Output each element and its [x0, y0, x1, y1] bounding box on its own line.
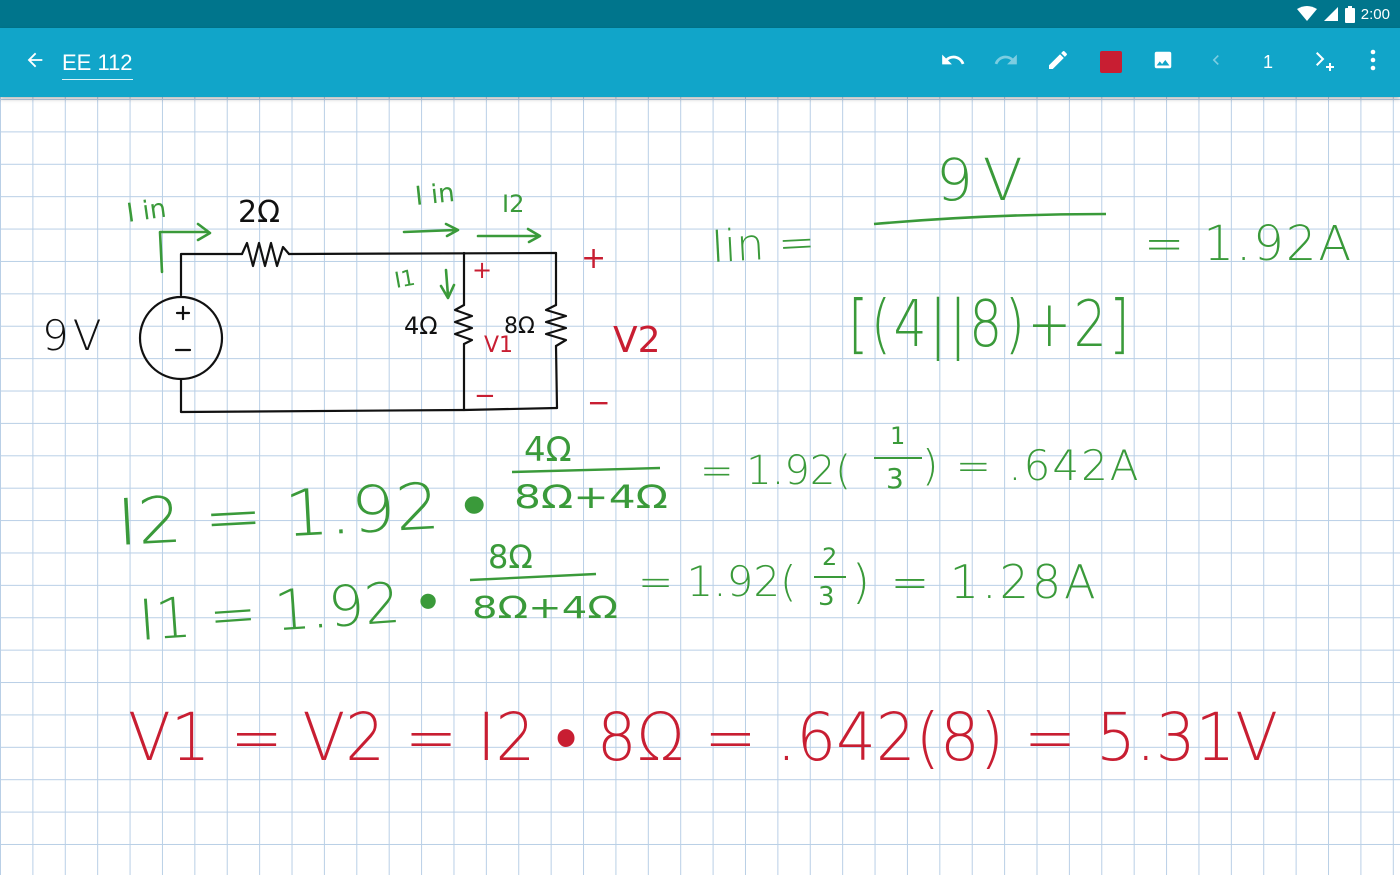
voltage-equation: V1 = V2 = I2 • 8Ω = .642(8) = 5.31V: [128, 699, 1278, 776]
i2-middle: = 1.92(: [700, 448, 851, 494]
v1-label: V1: [484, 333, 513, 358]
page-number: 1: [1262, 51, 1273, 72]
redo-button[interactable]: [984, 40, 1028, 84]
equation-iin: Iin = 9V [(4||8)+2] = 1.92A: [710, 146, 1353, 362]
i1-result: ) = 1.28A: [852, 555, 1099, 609]
insert-image-button[interactable]: [1141, 40, 1185, 84]
i1-middle: = 1.92(: [638, 557, 796, 606]
current-in-arrow: [158, 222, 212, 274]
i2-fraction-numerator: 4Ω: [524, 430, 572, 470]
status-bar: 2:00: [0, 0, 1400, 28]
color-swatch: [1100, 51, 1122, 73]
add-page-button[interactable]: [1301, 40, 1345, 84]
back-button[interactable]: [13, 40, 57, 84]
current-in-top-label: I in: [414, 178, 457, 212]
current-i2-arrow: [476, 227, 542, 244]
i2-lhs: I2 = 1.92 •: [115, 468, 488, 561]
v2-label: V2: [613, 320, 661, 361]
current-in-top-arrow: [402, 222, 460, 238]
equation-i2: I2 = 1.92 • 4Ω 8Ω+4Ω = 1.92( 1 3 ) = .64…: [115, 422, 1141, 561]
source-plus-sign: [175, 305, 191, 321]
iin-lhs: Iin =: [710, 217, 816, 273]
i2-inner-numerator: 1: [890, 422, 905, 450]
pencil-icon: [1046, 48, 1070, 76]
current-i1-arrow: [439, 268, 456, 300]
add-page-icon: [1310, 47, 1336, 77]
v2-plus: +: [581, 241, 606, 276]
current-i1-label: I1: [393, 266, 418, 294]
i1-inner-numerator: 2: [822, 543, 837, 571]
notebook-title[interactable]: EE 112: [62, 48, 133, 80]
v2-minus: −: [587, 386, 610, 419]
arrow-back-icon: [24, 49, 46, 75]
status-icons: 2:00: [1296, 0, 1390, 28]
pen-color-button[interactable]: [1089, 40, 1133, 84]
equation-i1: I1 = 1.92 • 8Ω 8Ω+4Ω = 1.92( 2 3 ) = 1.2…: [136, 538, 1099, 654]
image-icon: [1152, 49, 1174, 75]
battery-icon: [1344, 5, 1355, 23]
voltage-source: [138, 295, 224, 381]
circuit-wire: [179, 252, 244, 297]
i1-fraction-numerator: 8Ω: [488, 538, 533, 576]
iin-fraction-bar: [873, 212, 1107, 226]
circuit-wire: [287, 251, 558, 256]
overflow-menu-button[interactable]: [1351, 40, 1395, 84]
iin-denominator: [(4||8)+2]: [848, 288, 1132, 362]
pen-tool-button[interactable]: [1036, 40, 1080, 84]
chevron-left-icon: [1206, 50, 1226, 74]
equation-voltage: V1 = V2 = I2 • 8Ω = .642(8) = 5.31V: [128, 699, 1278, 776]
iin-result: = 1.92A: [1144, 216, 1353, 272]
previous-page-button[interactable]: [1194, 40, 1238, 84]
signal-icon: [1323, 6, 1339, 22]
resistor-8ohm: [544, 303, 568, 348]
undo-button[interactable]: [931, 40, 975, 84]
circuit-diagram: [138, 241, 568, 414]
resistor-4ohm-label: 4Ω: [404, 312, 438, 340]
resistor-2ohm: [240, 241, 291, 268]
handwriting-layer: 9V 2Ω 4Ω 8Ω I in I in I2 I1 + V1 − + V2 …: [42, 146, 1353, 776]
circuit-wire: [179, 378, 559, 414]
resistor-4ohm: [453, 303, 474, 346]
v1-minus: −: [474, 381, 496, 411]
i1-fraction-denominator: 8Ω+4Ω: [472, 591, 618, 626]
current-in-left-label: I in: [125, 194, 168, 229]
wifi-icon: [1296, 6, 1317, 22]
more-vert-icon: [1370, 49, 1376, 75]
current-i2-label: I2: [502, 190, 524, 218]
app-toolbar: EE 112 1: [0, 28, 1400, 97]
notebook-canvas[interactable]: 9V 2Ω 4Ω 8Ω I in I in I2 I1 + V1 − + V2 …: [0, 97, 1400, 875]
circuit-labels: 9V 2Ω 4Ω 8Ω I in I in I2 I1 + V1 − + V2 …: [42, 178, 661, 419]
i1-inner-denominator: 3: [818, 582, 835, 612]
v1-plus: +: [472, 256, 492, 284]
resistor-2ohm-label: 2Ω: [238, 195, 280, 230]
i1-lhs: I1 = 1.92 •: [136, 568, 440, 654]
undo-icon: [940, 47, 966, 77]
redo-icon: [993, 47, 1019, 77]
i2-result: ) = .642A: [922, 441, 1141, 490]
circuit-wire: [554, 344, 559, 410]
iin-numerator: 9V: [936, 146, 1033, 214]
i2-inner-denominator: 3: [886, 462, 904, 495]
clock-time: 2:00: [1360, 5, 1390, 23]
i2-fraction-denominator: 8Ω+4Ω: [514, 478, 668, 516]
source-voltage-label: 9V: [42, 311, 105, 360]
